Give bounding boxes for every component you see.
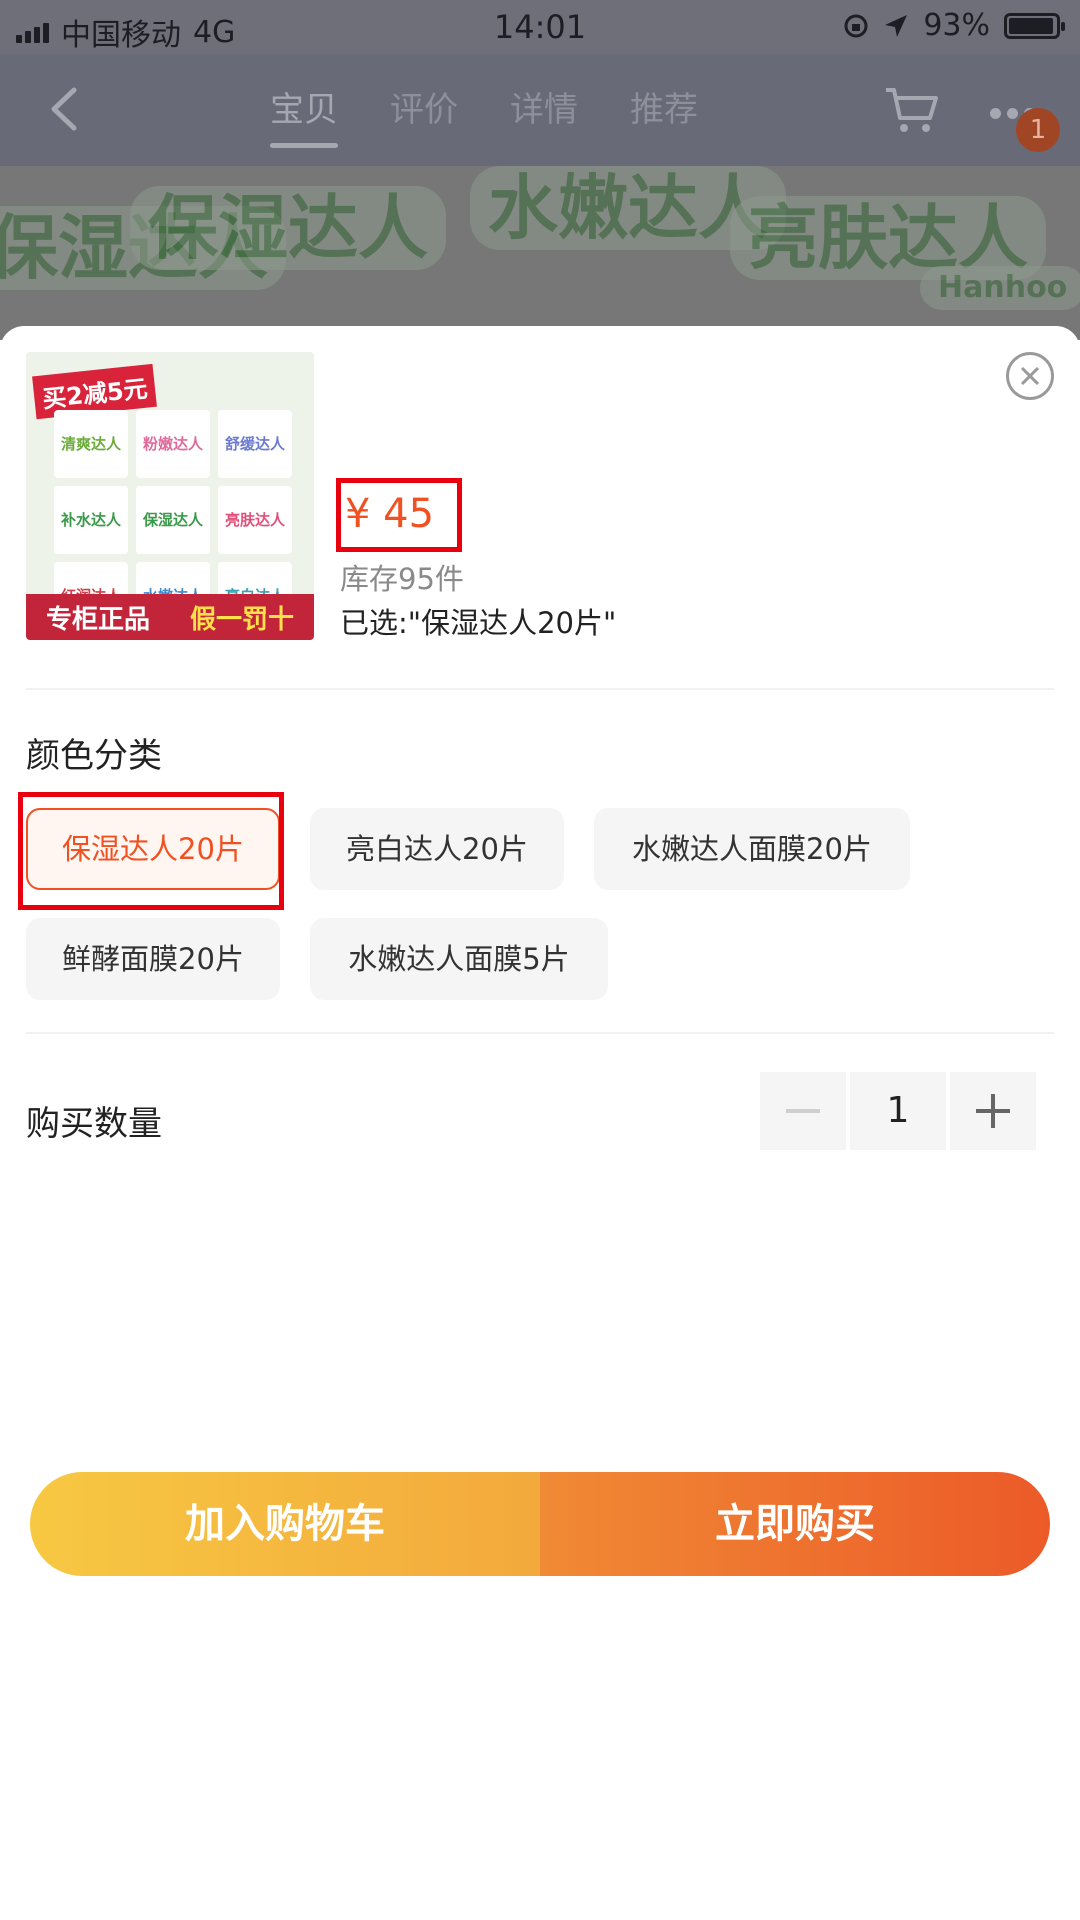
thumbnail-cell: 粉嫩达人 xyxy=(136,410,210,478)
thumbnail-cell: 补水达人 xyxy=(54,486,128,554)
quantity-label: 购买数量 xyxy=(26,1104,162,1144)
product-nav-bar: 宝贝 评价 详情 推荐 1 xyxy=(0,54,1080,166)
quantity-stepper: 1 xyxy=(760,1072,1036,1150)
decrease-quantity-button[interactable] xyxy=(760,1072,846,1150)
cart-icon[interactable] xyxy=(884,84,940,136)
tab-reviews[interactable]: 评价 xyxy=(390,54,458,166)
quantity-value[interactable]: 1 xyxy=(850,1072,946,1150)
hero-word: Hanhoo xyxy=(920,266,1080,310)
add-to-cart-button[interactable]: 加入购物车 xyxy=(30,1472,540,1576)
price-highlight-box: ¥ 45 xyxy=(336,478,462,552)
thumbnail-cell: 保湿达人 xyxy=(136,486,210,554)
selected-variant-text: 已选:"保湿达人20片" xyxy=(340,606,617,640)
battery-percent: 93% xyxy=(923,8,990,43)
action-bar: 加入购物车 立即购买 xyxy=(30,1472,1050,1576)
thumbnail-cell: 舒缓达人 xyxy=(218,410,292,478)
close-icon xyxy=(1020,366,1040,386)
background-page: 中国移动 4G 14:01 93% 宝贝 评价 详情 推荐 1 保湿达人 水嫩达… xyxy=(0,0,1080,340)
variant-option[interactable]: 水嫩达人面膜5片 xyxy=(310,918,608,1000)
product-hero-image: 保湿达人 保湿达人 水嫩达人 亮肤达人 Hanhoo xyxy=(0,166,1080,340)
tab-details[interactable]: 详情 xyxy=(510,54,578,166)
location-icon xyxy=(885,14,908,37)
banner-text-right: 假一罚十 xyxy=(189,604,294,635)
divider xyxy=(26,688,1054,690)
price: ¥ 45 xyxy=(345,491,435,537)
increase-quantity-button[interactable] xyxy=(950,1072,1036,1150)
cart-count-badge: 1 xyxy=(1016,108,1060,152)
back-chevron-icon[interactable] xyxy=(44,84,88,134)
hero-word: 保湿达人 xyxy=(130,186,446,270)
selected-variant-highlight-box xyxy=(18,792,284,910)
variant-option[interactable]: 鲜酵面膜20片 xyxy=(26,918,280,1000)
sku-selector-sheet: 买2减5元 清爽达人 粉嫩达人 舒缓达人 补水达人 保湿达人 亮肤达人 红润达人… xyxy=(0,326,1080,1920)
battery-icon xyxy=(1004,12,1065,39)
orientation-lock-icon xyxy=(844,14,868,37)
authenticity-banner: 专柜正品 假一罚十 xyxy=(26,594,314,640)
nav-tabs: 宝贝 评价 详情 推荐 xyxy=(270,54,698,166)
tab-item[interactable]: 宝贝 xyxy=(270,54,338,166)
divider xyxy=(26,1032,1054,1034)
status-bar: 中国移动 4G 14:01 93% xyxy=(0,0,1080,54)
thumbnail-cell: 清爽达人 xyxy=(54,410,128,478)
tab-recommend[interactable]: 推荐 xyxy=(630,54,698,166)
close-button[interactable] xyxy=(1006,352,1054,400)
variant-option[interactable]: 水嫩达人面膜20片 xyxy=(594,808,910,890)
buy-now-button[interactable]: 立即购买 xyxy=(540,1472,1050,1576)
variant-option[interactable]: 亮白达人20片 xyxy=(310,808,564,890)
variant-section-title: 颜色分类 xyxy=(26,736,162,776)
screen: 中国移动 4G 14:01 93% 宝贝 评价 详情 推荐 1 保湿达人 水嫩达… xyxy=(0,0,1080,1920)
product-thumbnail[interactable]: 买2减5元 清爽达人 粉嫩达人 舒缓达人 补水达人 保湿达人 亮肤达人 红润达人… xyxy=(26,352,314,640)
stock-count: 库存95件 xyxy=(340,562,464,596)
thumbnail-cell: 亮肤达人 xyxy=(218,486,292,554)
banner-text-left: 专柜正品 xyxy=(45,604,150,635)
